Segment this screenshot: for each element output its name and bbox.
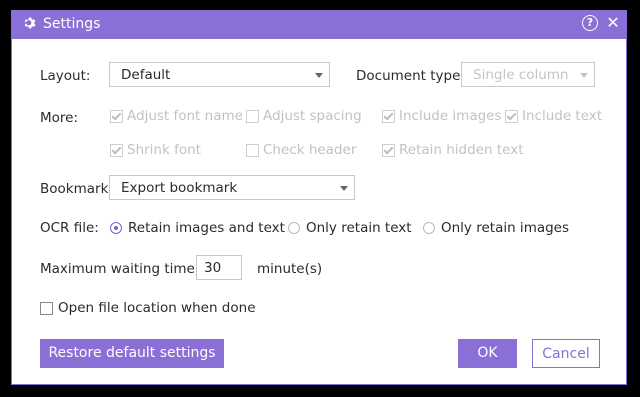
chevron-down-icon xyxy=(580,73,588,78)
restore-defaults-button[interactable]: Restore default settings xyxy=(40,339,224,368)
checkbox-label: Shrink font xyxy=(127,142,201,158)
checkbox-label: Include images xyxy=(399,108,502,124)
checkbox-label: Retain hidden text xyxy=(399,142,524,158)
checkbox-label: Adjust spacing xyxy=(263,108,362,124)
chevron-down-icon xyxy=(340,186,348,191)
more-label: More: xyxy=(40,110,79,126)
chevron-down-icon xyxy=(315,73,323,78)
checkbox-box xyxy=(246,144,259,157)
ocr-file-label: OCR file: xyxy=(40,220,99,236)
radio-label: Only retain text xyxy=(306,220,412,236)
layout-value: Default xyxy=(121,67,171,83)
help-icon[interactable]: ? xyxy=(582,15,598,31)
checkbox-label: Open file location when done xyxy=(58,300,256,316)
waiting-time-input[interactable]: 30 xyxy=(196,255,242,280)
bookmark-value: Export bookmark xyxy=(121,180,238,196)
document-type-label: Document type: xyxy=(356,68,465,84)
max-waiting-time-label: Maximum waiting time xyxy=(40,261,195,277)
layout-select[interactable]: Default xyxy=(109,62,330,87)
layout-label: Layout: xyxy=(40,68,91,84)
gear-icon xyxy=(24,17,36,29)
document-type-value: Single column xyxy=(473,67,569,83)
radio-dot xyxy=(110,222,122,234)
window-title: Settings xyxy=(43,16,101,32)
title-bar: Settings ? ✕ xyxy=(12,11,626,39)
document-type-select: Single column xyxy=(461,62,595,87)
settings-dialog: Settings ? ✕ Layout: Default Document ty… xyxy=(11,10,627,385)
waiting-time-value: 30 xyxy=(204,260,222,276)
checkbox-label: Adjust font name xyxy=(127,108,243,124)
waiting-time-unit: minute(s) xyxy=(257,261,323,277)
bookmark-select[interactable]: Export bookmark xyxy=(109,175,355,200)
checkbox-box xyxy=(382,144,395,157)
close-icon[interactable]: ✕ xyxy=(606,14,620,32)
checkbox-box xyxy=(40,302,53,315)
cancel-button[interactable]: Cancel xyxy=(532,339,600,368)
radio-dot xyxy=(423,222,435,234)
checkbox-box xyxy=(505,110,518,123)
ok-button[interactable]: OK xyxy=(458,339,517,368)
checkbox-box xyxy=(382,110,395,123)
radio-dot xyxy=(288,222,300,234)
bookmark-label: Bookmark: xyxy=(40,181,113,197)
checkbox-label: Include text xyxy=(522,108,603,124)
checkbox-box xyxy=(110,144,123,157)
checkbox-label: Check header xyxy=(263,142,357,158)
radio-label: Only retain images xyxy=(441,220,570,236)
checkbox-box xyxy=(110,110,123,123)
radio-label: Retain images and text xyxy=(128,220,285,236)
checkbox-box xyxy=(246,110,259,123)
